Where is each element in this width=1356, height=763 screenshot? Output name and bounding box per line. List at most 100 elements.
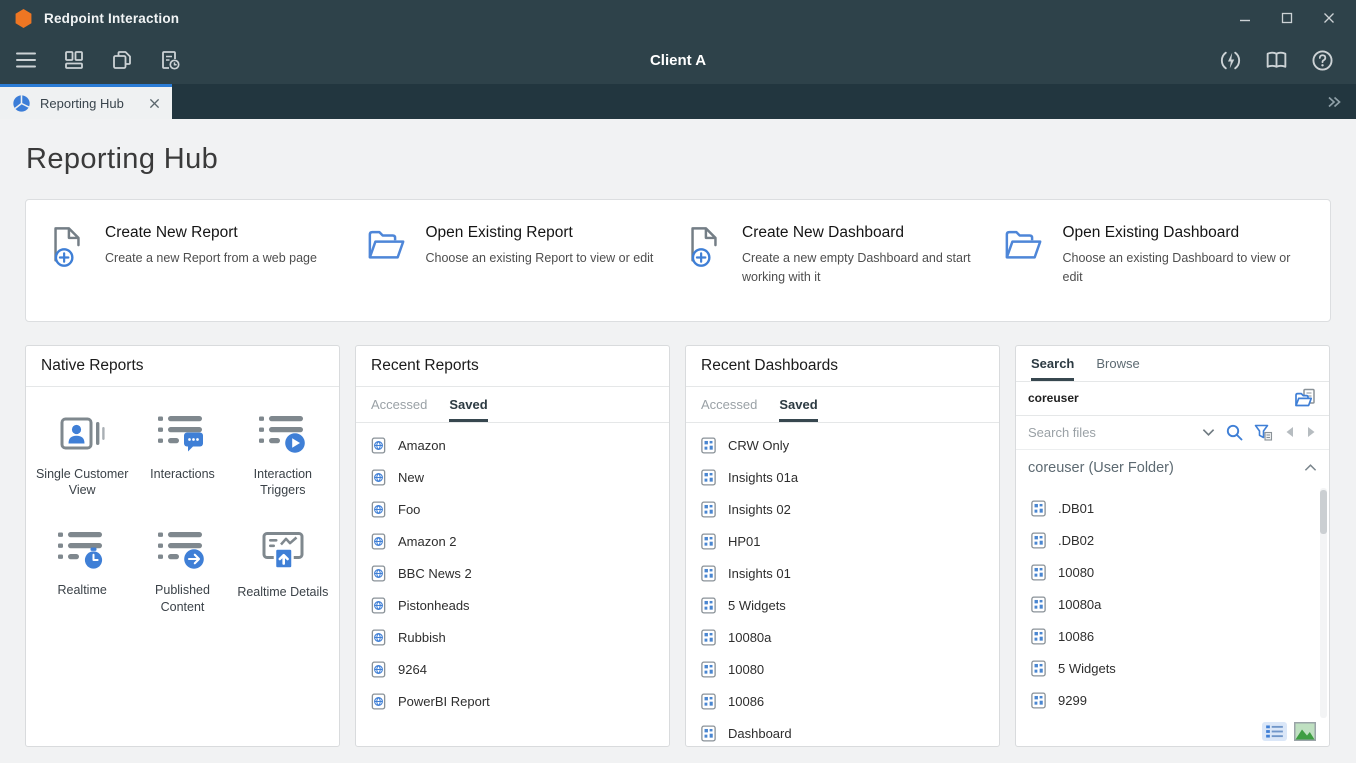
tab-close-button[interactable] — [146, 95, 162, 111]
menu-button[interactable] — [12, 46, 40, 74]
native-report-single-customer-view[interactable]: Single Customer View — [32, 415, 132, 500]
native-report-interactions[interactable]: Interactions — [132, 415, 232, 500]
subtab-accessed[interactable]: Accessed — [371, 387, 427, 422]
create-new-dashboard-button[interactable]: Create New Dashboard Create a new empty … — [683, 224, 994, 287]
dashboard-icon — [1030, 564, 1047, 581]
dashboard-list-item[interactable]: 10086 — [686, 686, 999, 718]
help-button[interactable] — [1308, 46, 1336, 74]
dashboard-list-item[interactable]: HP01 — [686, 526, 999, 558]
subtab-saved[interactable]: Saved — [779, 387, 817, 422]
search-result-item[interactable]: 9299 — [1016, 685, 1329, 717]
next-result-button[interactable] — [1306, 426, 1317, 438]
dashboard-list-item[interactable]: 5 Widgets — [686, 590, 999, 622]
subtab-saved[interactable]: Saved — [449, 387, 487, 422]
report-list-item[interactable]: Amazon — [356, 430, 669, 462]
report-item-label: Amazon — [398, 438, 446, 453]
search-result-item[interactable]: 10080a — [1016, 589, 1329, 621]
report-list-item[interactable]: Rubbish — [356, 622, 669, 654]
open-existing-report-button[interactable]: Open Existing Report Choose an existing … — [365, 224, 676, 287]
report-list-item[interactable]: New — [356, 462, 669, 494]
document-plus-icon — [46, 224, 88, 274]
prev-result-button[interactable] — [1284, 426, 1295, 438]
report-item-label: PowerBI Report — [398, 694, 490, 709]
dashboards-button[interactable] — [60, 46, 88, 74]
recent-dashboards-panel: Recent Dashboards Accessed Saved CRW Onl… — [685, 345, 1000, 747]
search-item-label: .DB01 — [1058, 501, 1094, 516]
realtime-details-icon — [258, 531, 308, 573]
recent-reports-panel: Recent Reports Accessed Saved Amazon New — [355, 345, 670, 747]
dashboard-icon — [700, 629, 717, 646]
dashboard-list-item[interactable]: Insights 01a — [686, 462, 999, 494]
maximize-button[interactable] — [1280, 11, 1294, 25]
subtab-search[interactable]: Search — [1031, 346, 1074, 381]
interaction-triggers-icon — [259, 415, 307, 455]
dashboard-list-item[interactable]: Insights 01 — [686, 558, 999, 590]
native-report-interaction-triggers[interactable]: Interaction Triggers — [233, 415, 333, 500]
minimize-button[interactable] — [1238, 11, 1252, 25]
search-result-item[interactable]: .DB01 — [1016, 493, 1329, 525]
tab-overflow-button[interactable] — [1326, 84, 1356, 119]
subtab-browse[interactable]: Browse — [1096, 346, 1139, 381]
subtab-accessed[interactable]: Accessed — [701, 387, 757, 422]
new-from-folder-button[interactable] — [1294, 388, 1317, 408]
search-files-input[interactable] — [1028, 425, 1191, 440]
menu-icon — [14, 48, 38, 72]
web-report-icon — [370, 693, 387, 710]
create-new-report-button[interactable]: Create New Report Create a new Report fr… — [46, 224, 357, 287]
reports-button[interactable] — [108, 46, 136, 74]
report-list-item[interactable]: BBC News 2 — [356, 558, 669, 590]
native-report-realtime[interactable]: Realtime — [32, 531, 132, 616]
dashboard-icon — [700, 725, 717, 742]
report-list-item[interactable]: PowerBI Report — [356, 686, 669, 718]
search-item-label: 10080a — [1058, 597, 1101, 612]
dashboard-list-item[interactable]: CRW Only — [686, 430, 999, 462]
folder-section-header[interactable]: coreuser (User Folder) — [1016, 450, 1329, 486]
connection-status-button[interactable] — [1216, 46, 1244, 74]
search-button[interactable] — [1226, 424, 1243, 441]
dashboard-list-item[interactable]: Insights 02 — [686, 494, 999, 526]
search-icon — [1226, 424, 1243, 441]
report-list-item[interactable]: 9264 — [356, 654, 669, 686]
documentation-button[interactable] — [1262, 46, 1290, 74]
document-tabbar: Reporting Hub — [0, 84, 1356, 119]
dashboard-icon — [700, 693, 717, 710]
panel-title: Recent Dashboards — [686, 346, 999, 387]
report-item-label: Pistonheads — [398, 598, 470, 613]
close-window-button[interactable] — [1322, 11, 1336, 25]
report-item-label: Rubbish — [398, 630, 446, 645]
dashboard-list-item[interactable]: 10080a — [686, 622, 999, 654]
report-list-item[interactable]: Amazon 2 — [356, 526, 669, 558]
search-result-item[interactable]: .DB02 — [1016, 525, 1329, 557]
dashboard-list-item[interactable]: 10080 — [686, 654, 999, 686]
realtime-icon — [58, 531, 106, 571]
search-result-item[interactable]: 5 Widgets — [1016, 653, 1329, 685]
native-report-published-content[interactable]: Published Content — [132, 531, 232, 616]
main-toolbar: Client A — [0, 36, 1356, 84]
filter-button[interactable] — [1254, 424, 1273, 441]
file-browser-panel: Search Browse coreuser — [1015, 345, 1330, 747]
report-list-item[interactable]: Pistonheads — [356, 590, 669, 622]
action-description: Choose an existing Report to view or edi… — [426, 249, 654, 268]
thumbnail-view-button[interactable] — [1294, 722, 1316, 741]
native-report-realtime-details[interactable]: Realtime Details — [233, 531, 333, 616]
report-list-item[interactable]: Foo — [356, 494, 669, 526]
chevrons-right-icon — [1326, 95, 1342, 109]
client-name: Client A — [0, 52, 1356, 69]
minimize-icon — [1239, 12, 1251, 24]
folder-section-label: coreuser (User Folder) — [1028, 460, 1304, 476]
results-scrollbar-thumb[interactable] — [1320, 490, 1327, 534]
list-view-button[interactable] — [1262, 722, 1287, 741]
search-results-list: .DB01 .DB02 10080 10080a — [1016, 486, 1329, 747]
dashboard-icon — [700, 661, 717, 678]
native-report-label: Realtime Details — [237, 584, 328, 601]
search-result-item[interactable]: 10086 — [1016, 621, 1329, 653]
dashboard-list-item[interactable]: Dashboard — [686, 718, 999, 747]
window-titlebar: Redpoint Interaction — [0, 0, 1356, 36]
search-result-item[interactable]: 10080 — [1016, 557, 1329, 589]
scheduled-report-button[interactable] — [156, 46, 184, 74]
tab-reporting-hub[interactable]: Reporting Hub — [0, 84, 172, 119]
document-plus-icon — [683, 224, 725, 274]
open-existing-dashboard-button[interactable]: Open Existing Dashboard Choose an existi… — [1002, 224, 1313, 287]
search-options-button[interactable] — [1202, 428, 1215, 437]
dashboard-icon — [700, 597, 717, 614]
